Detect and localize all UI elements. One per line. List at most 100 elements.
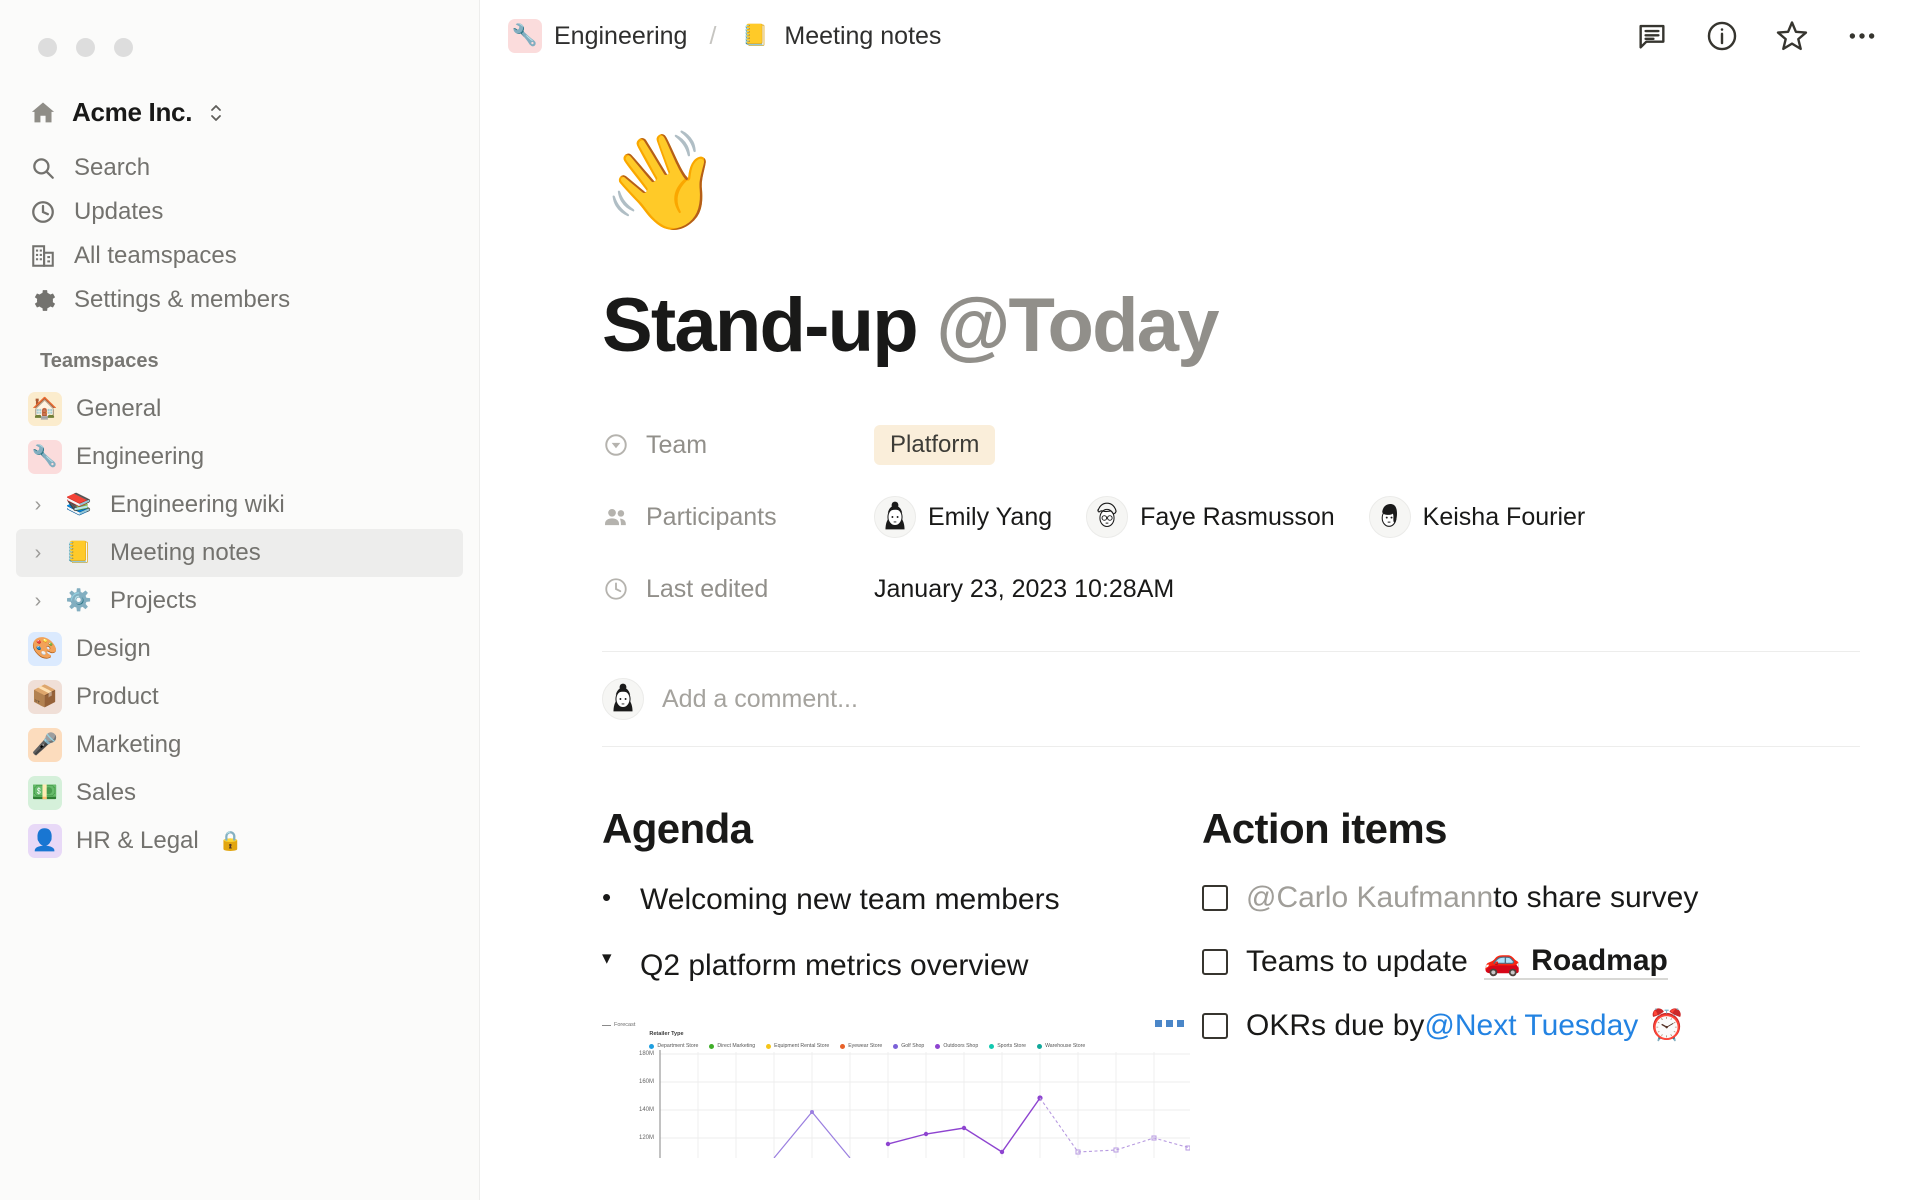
property-row-participants[interactable]: Participants Emily Yang Faye Rasmusson K… — [602, 481, 1860, 553]
chart-forecast-legend: Forecast — [602, 1022, 635, 1028]
window-maximize-button[interactable] — [114, 38, 133, 57]
sidebar-item-label: Design — [76, 635, 151, 662]
sidebar-nav: Search Updates All teamspaces Settings &… — [0, 146, 479, 322]
sidebar-item-settings-members[interactable]: Settings & members — [16, 278, 463, 322]
breadcrumb-item-meeting-notes[interactable]: Meeting notes — [784, 22, 941, 51]
sidebar-item-projects[interactable]: › ⚙️ Projects — [16, 577, 463, 625]
date-mention[interactable]: @Next Tuesday — [1424, 1009, 1638, 1043]
page-emoji-icon[interactable]: 👋 — [602, 72, 1860, 230]
bullet-icon: • — [602, 882, 612, 912]
page-link-roadmap[interactable]: 🚗 Roadmap — [1483, 943, 1668, 980]
alarm-clock-icon: ⏰ — [1648, 1009, 1686, 1042]
sidebar-item-label: Settings & members — [74, 286, 291, 313]
todo-item[interactable]: OKRs due by @Next Tuesday ⏰ — [1202, 1008, 1802, 1043]
person-mention[interactable]: @Carlo Kaufmann — [1246, 881, 1493, 915]
filter-icon[interactable] — [1155, 1020, 1162, 1027]
wrench-emoji-icon: 🔧 — [508, 19, 542, 53]
workspace-name: Acme Inc. — [72, 97, 193, 127]
sidebar-item-hr-legal[interactable]: 👤 HR & Legal 🔒 — [16, 817, 463, 865]
property-row-team[interactable]: Team Platform — [602, 409, 1860, 481]
todo-item[interactable]: Teams to update 🚗 Roadmap — [1202, 943, 1802, 980]
chevron-right-icon[interactable]: › — [28, 542, 48, 565]
participant-name: Keisha Fourier — [1422, 502, 1586, 531]
sidebar-item-marketing[interactable]: 🎤 Marketing — [16, 721, 463, 769]
chart-forecast-label: Forecast — [614, 1022, 636, 1028]
comment-icon[interactable] — [1634, 18, 1670, 54]
page-title-mention: @Today — [936, 283, 1219, 368]
comment-input[interactable]: Add a comment... — [662, 685, 858, 714]
sidebar-item-label: Updates — [74, 198, 164, 225]
house-icon — [28, 98, 58, 128]
sidebar-item-design[interactable]: 🎨 Design — [16, 625, 463, 673]
chart-svg — [659, 1050, 1190, 1158]
todo-item[interactable]: @Carlo Kaufmann to share survey — [1202, 881, 1802, 915]
books-emoji-icon: 📚 — [65, 493, 93, 516]
comment-composer[interactable]: Add a comment... — [602, 652, 1860, 746]
sidebar-item-label: Search — [74, 154, 151, 181]
property-key: Last edited — [602, 575, 874, 604]
chart-legend-area: Forecast Retailer Type Department Store … — [602, 1018, 1190, 1049]
sidebar-item-search[interactable]: Search — [16, 146, 463, 190]
checkbox[interactable] — [1202, 1012, 1228, 1039]
dashed-line-icon — [602, 1024, 611, 1026]
app-root: Acme Inc. Search Updates All teamspaces … — [0, 0, 1920, 1200]
star-icon[interactable] — [1774, 18, 1810, 54]
status-badge[interactable]: Platform — [874, 425, 996, 465]
chart-toolbar — [1155, 1020, 1184, 1027]
embedded-chart[interactable]: Forecast Retailer Type Department Store … — [602, 1018, 1190, 1158]
export-icon[interactable] — [1177, 1020, 1184, 1027]
toggle-triangle-icon[interactable]: ▾ — [602, 947, 624, 971]
breadcrumb-item-engineering[interactable]: Engineering — [554, 22, 687, 51]
checkbox[interactable] — [1202, 948, 1228, 975]
workspace-switcher[interactable]: Acme Inc. — [16, 89, 463, 136]
select-icon — [602, 431, 630, 459]
sidebar-item-label: Sales — [76, 779, 137, 806]
window-traffic-lights — [0, 0, 479, 57]
sidebar-item-updates[interactable]: Updates — [16, 190, 463, 234]
page-title-main: Stand-up — [602, 283, 937, 368]
sidebar-item-label: Product — [76, 683, 159, 710]
list-item[interactable]: ▾ Q2 platform metrics overview — [602, 947, 1202, 985]
page-inner: 👋 Stand-up @Today Team Platform Particip… — [480, 72, 1920, 1158]
palette-emoji-icon: 🎨 — [28, 632, 62, 666]
sidebar-item-label: HR & Legal — [76, 827, 199, 854]
package-emoji-icon: 📦 — [28, 680, 62, 714]
todo-text-head: Teams to update — [1246, 944, 1468, 978]
window-close-button[interactable] — [38, 38, 57, 57]
top-bar: 🔧 Engineering / 📒 Meeting notes — [480, 0, 1920, 72]
checkbox[interactable] — [1202, 885, 1228, 911]
participant[interactable]: Keisha Fourier — [1368, 496, 1586, 538]
sidebar-item-label: Engineering — [76, 443, 205, 470]
window-minimize-button[interactable] — [76, 38, 95, 57]
page-title[interactable]: Stand-up @Today — [602, 282, 1860, 369]
person-emoji-icon: 👤 — [28, 824, 62, 858]
sidebar-item-general[interactable]: 🏠 General — [16, 385, 463, 433]
chevron-updown-icon[interactable] — [208, 102, 224, 124]
sidebar-item-sales[interactable]: 💵 Sales — [16, 769, 463, 817]
participant[interactable]: Emily Yang — [874, 496, 1052, 538]
settings-icon[interactable] — [1166, 1020, 1173, 1027]
sidebar-item-engineering-wiki[interactable]: › 📚 Engineering wiki — [16, 481, 463, 529]
todo-label: Teams to update 🚗 Roadmap — [1246, 943, 1668, 980]
list-item-label: Q2 platform metrics overview — [640, 948, 1029, 982]
search-icon — [28, 153, 58, 183]
sidebar-item-product[interactable]: 📦 Product — [16, 673, 463, 721]
todo-label: OKRs due by @Next Tuesday ⏰ — [1246, 1008, 1686, 1043]
participant[interactable]: Faye Rasmusson — [1086, 496, 1335, 538]
chevron-right-icon[interactable]: › — [28, 590, 48, 613]
sidebar-item-all-teamspaces[interactable]: All teamspaces — [16, 234, 463, 278]
avatar — [602, 678, 644, 720]
sidebar-item-engineering[interactable]: 🔧 Engineering — [16, 433, 463, 481]
sidebar-item-meeting-notes[interactable]: › 📒 Meeting notes — [16, 529, 463, 577]
info-icon[interactable] — [1704, 18, 1740, 54]
building-icon — [28, 241, 58, 271]
chevron-right-icon[interactable]: › — [28, 494, 48, 517]
column-action-items: Action items @Carlo Kaufmann to share su… — [1202, 805, 1802, 1158]
chart-legend-block: Retailer Type Department Store Direct Ma… — [649, 1022, 1085, 1049]
more-icon[interactable] — [1844, 18, 1880, 54]
wrench-emoji-icon: 🔧 — [28, 440, 62, 474]
property-row-last-edited[interactable]: Last edited January 23, 2023 10:28AM — [602, 553, 1860, 625]
clock-icon — [28, 197, 58, 227]
list-item[interactable]: • Welcoming new team members — [602, 881, 1202, 919]
todo-label: @Carlo Kaufmann to share survey — [1246, 881, 1698, 915]
